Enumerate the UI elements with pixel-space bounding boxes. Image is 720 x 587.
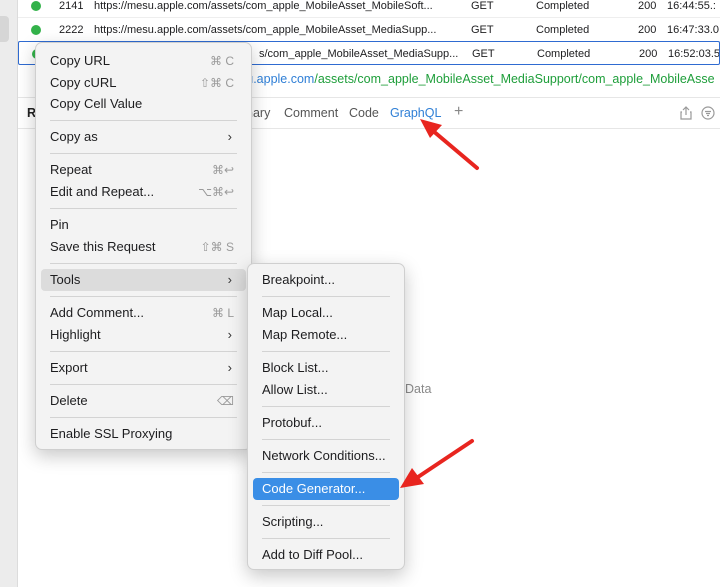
annotation-arrow-code-generator [400,439,474,488]
annotation-arrow-graphql [420,119,479,170]
annotation-arrows [400,119,479,488]
